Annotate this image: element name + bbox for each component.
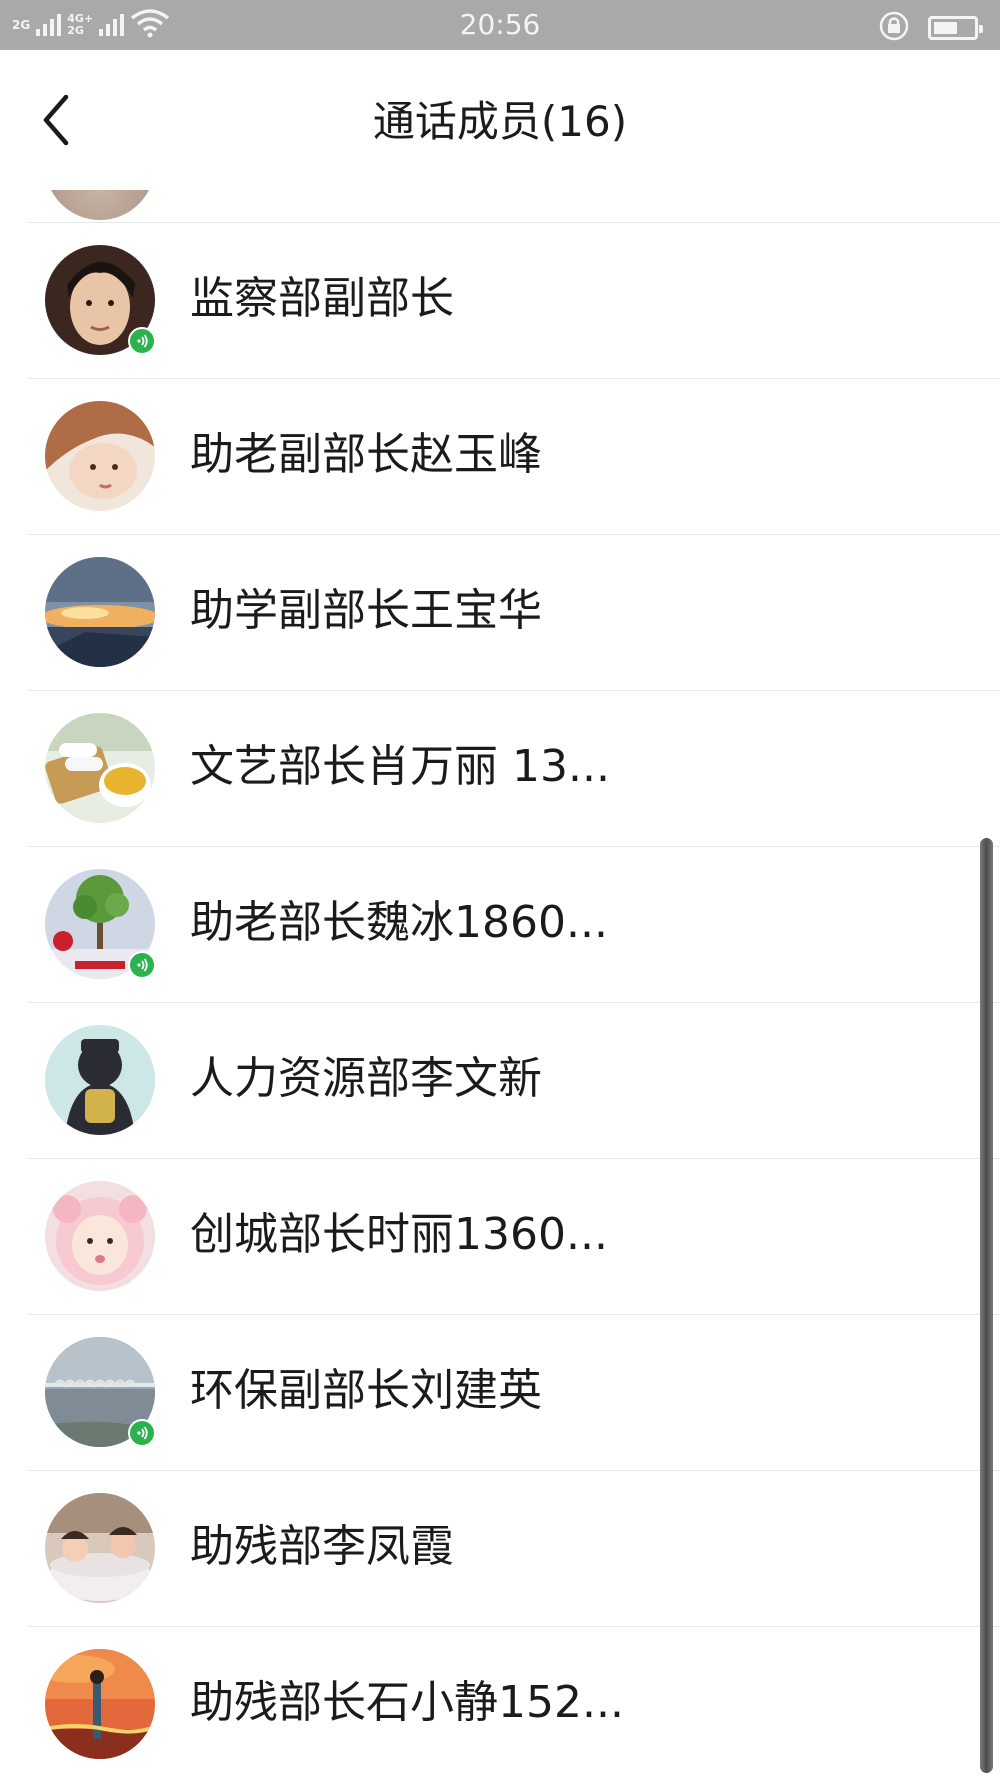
avatar-container: [45, 1649, 155, 1759]
member-name: 文艺部长肖万丽 13...: [190, 741, 610, 792]
member-name: 助学副部长王宝华: [190, 585, 542, 636]
battery-tip: [979, 25, 983, 33]
member-name: 监察部副部长: [190, 273, 454, 324]
speaking-sound-icon: [128, 1419, 156, 1447]
avatar-container: [45, 713, 155, 823]
battery-icon: [928, 16, 983, 40]
member-row[interactable]: 助残部李凤霞: [28, 1470, 1000, 1626]
partial-member-row[interactable]: [0, 190, 1000, 222]
avatar: [45, 1181, 155, 1291]
page-title: 通话成员(16): [372, 97, 628, 146]
avatar-container: [45, 1181, 155, 1291]
avatar: [45, 1493, 155, 1603]
member-name: 助老部长魏冰1860...: [190, 897, 608, 948]
member-row[interactable]: 创城部长时丽1360...: [28, 1158, 1000, 1314]
avatar-container: [45, 401, 155, 511]
member-name: 助残部长石小静152...: [190, 1677, 624, 1728]
avatar: [45, 713, 155, 823]
member-name: 助残部李凤霞: [190, 1521, 454, 1572]
avatar-container: [45, 557, 155, 667]
member-row[interactable]: 助学副部长王宝华: [28, 534, 1000, 690]
member-row[interactable]: 环保副部长刘建英: [28, 1314, 1000, 1470]
avatar: [45, 557, 155, 667]
battery-level: [934, 22, 957, 34]
avatar-container: [45, 1337, 156, 1447]
speaking-sound-icon: [128, 327, 156, 355]
status-right-icons: [878, 10, 983, 46]
status-bar: 2G 4G+ 2G 20:56: [0, 0, 1000, 50]
avatar: [45, 190, 155, 220]
avatar: [45, 1649, 155, 1759]
back-button[interactable]: [28, 85, 98, 155]
avatar-container: [45, 1025, 155, 1135]
scrollbar[interactable]: [980, 838, 993, 1773]
member-row[interactable]: 助老部长魏冰1860...: [28, 846, 1000, 1002]
member-row[interactable]: 监察部副部长: [28, 222, 1000, 378]
speaking-sound-icon: [128, 951, 156, 979]
header: 通话成员(16): [0, 50, 1000, 190]
member-name: 创城部长时丽1360...: [190, 1209, 608, 1260]
member-row[interactable]: 助残部长石小静152...: [28, 1626, 1000, 1782]
member-row[interactable]: 文艺部长肖万丽 13...: [28, 690, 1000, 846]
avatar-container: [45, 869, 156, 979]
member-name: 环保副部长刘建英: [190, 1365, 542, 1416]
rotation-lock-icon: [878, 10, 910, 46]
member-name: 人力资源部李文新: [190, 1053, 542, 1104]
avatar: [45, 401, 155, 511]
status-time: 20:56: [459, 8, 541, 41]
chevron-left-icon: [43, 94, 69, 146]
member-row[interactable]: 人力资源部李文新: [28, 1002, 1000, 1158]
avatar-container: [45, 1493, 155, 1603]
member-list: 监察部副部长助老副部长赵玉峰 助学副部长王宝华文艺部长肖万丽 13... 助老部长魏…: [0, 222, 1000, 1782]
member-row[interactable]: 助老副部长赵玉峰: [28, 378, 1000, 534]
member-name: 助老副部长赵玉峰: [190, 429, 542, 480]
avatar-container: [45, 245, 156, 355]
avatar: [45, 1025, 155, 1135]
